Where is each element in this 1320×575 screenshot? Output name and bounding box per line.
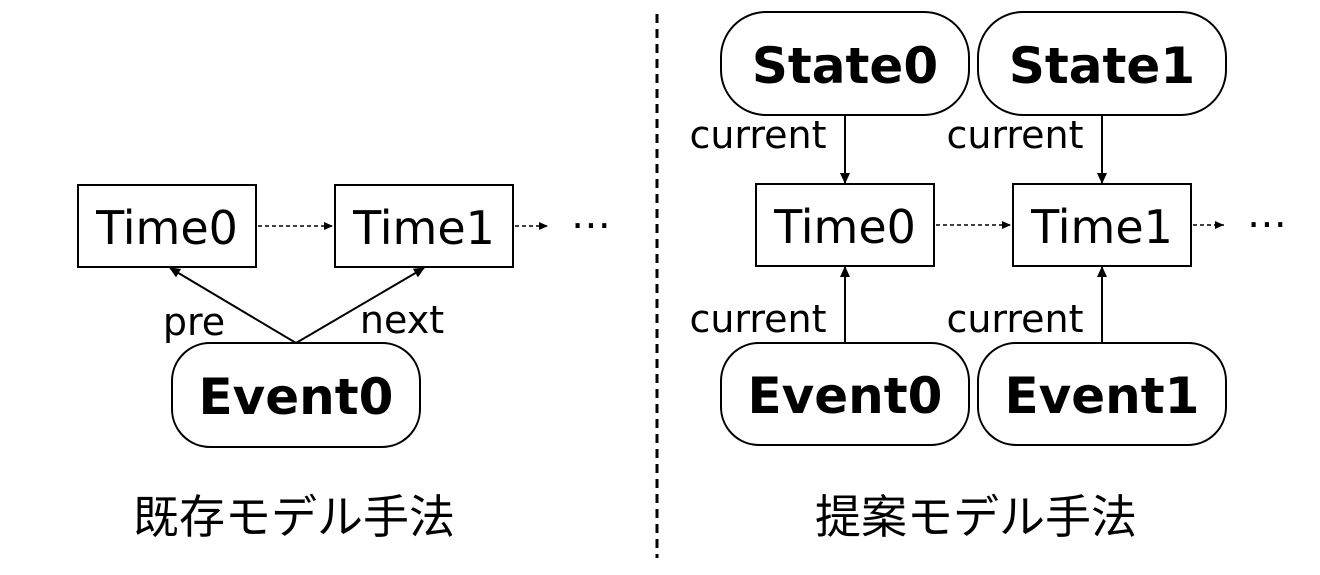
right-state1-current-label: current [946,113,1083,157]
right-event0-node: Event0 [720,342,970,446]
right-state0-current-label: current [689,113,826,157]
left-caption: 既存モデル手法 [133,490,455,544]
right-event0-label: Event0 [748,367,943,425]
left-pre-label: pre [163,300,225,344]
right-state1-node: State1 [977,11,1227,116]
left-time0-node: Time0 [77,184,257,268]
right-event1-node: Event1 [977,342,1227,446]
right-continuation-ellipsis: ⋯ [1247,201,1289,247]
right-time1-node: Time1 [1012,183,1192,267]
right-time0-label: Time0 [773,200,916,254]
left-continuation-ellipsis: ⋯ [571,202,613,248]
left-next-label: next [360,298,444,342]
right-state0-label: State0 [752,37,938,95]
left-time1-node: Time1 [334,184,514,268]
left-time1-label: Time1 [352,201,495,255]
left-event0-label: Event0 [199,368,394,426]
right-state0-node: State0 [720,11,970,116]
right-state1-label: State1 [1009,37,1195,95]
right-event0-current-label: current [689,297,826,341]
right-event1-current-label: current [946,297,1083,341]
right-time0-node: Time0 [755,183,935,267]
left-event0-node: Event0 [171,342,421,448]
right-time1-label: Time1 [1030,200,1173,254]
diagram-canvas: Time0 Time1 ⋯ Event0 pre next 既存モデル手法 St… [77,11,1289,558]
right-caption: 提案モデル手法 [815,490,1137,544]
left-time0-label: Time0 [95,201,238,255]
right-panel: State0 State1 Time0 Time1 ⋯ current curr… [689,11,1289,544]
left-panel: Time0 Time1 ⋯ Event0 pre next 既存モデル手法 [77,184,613,544]
right-event1-label: Event1 [1005,367,1200,425]
